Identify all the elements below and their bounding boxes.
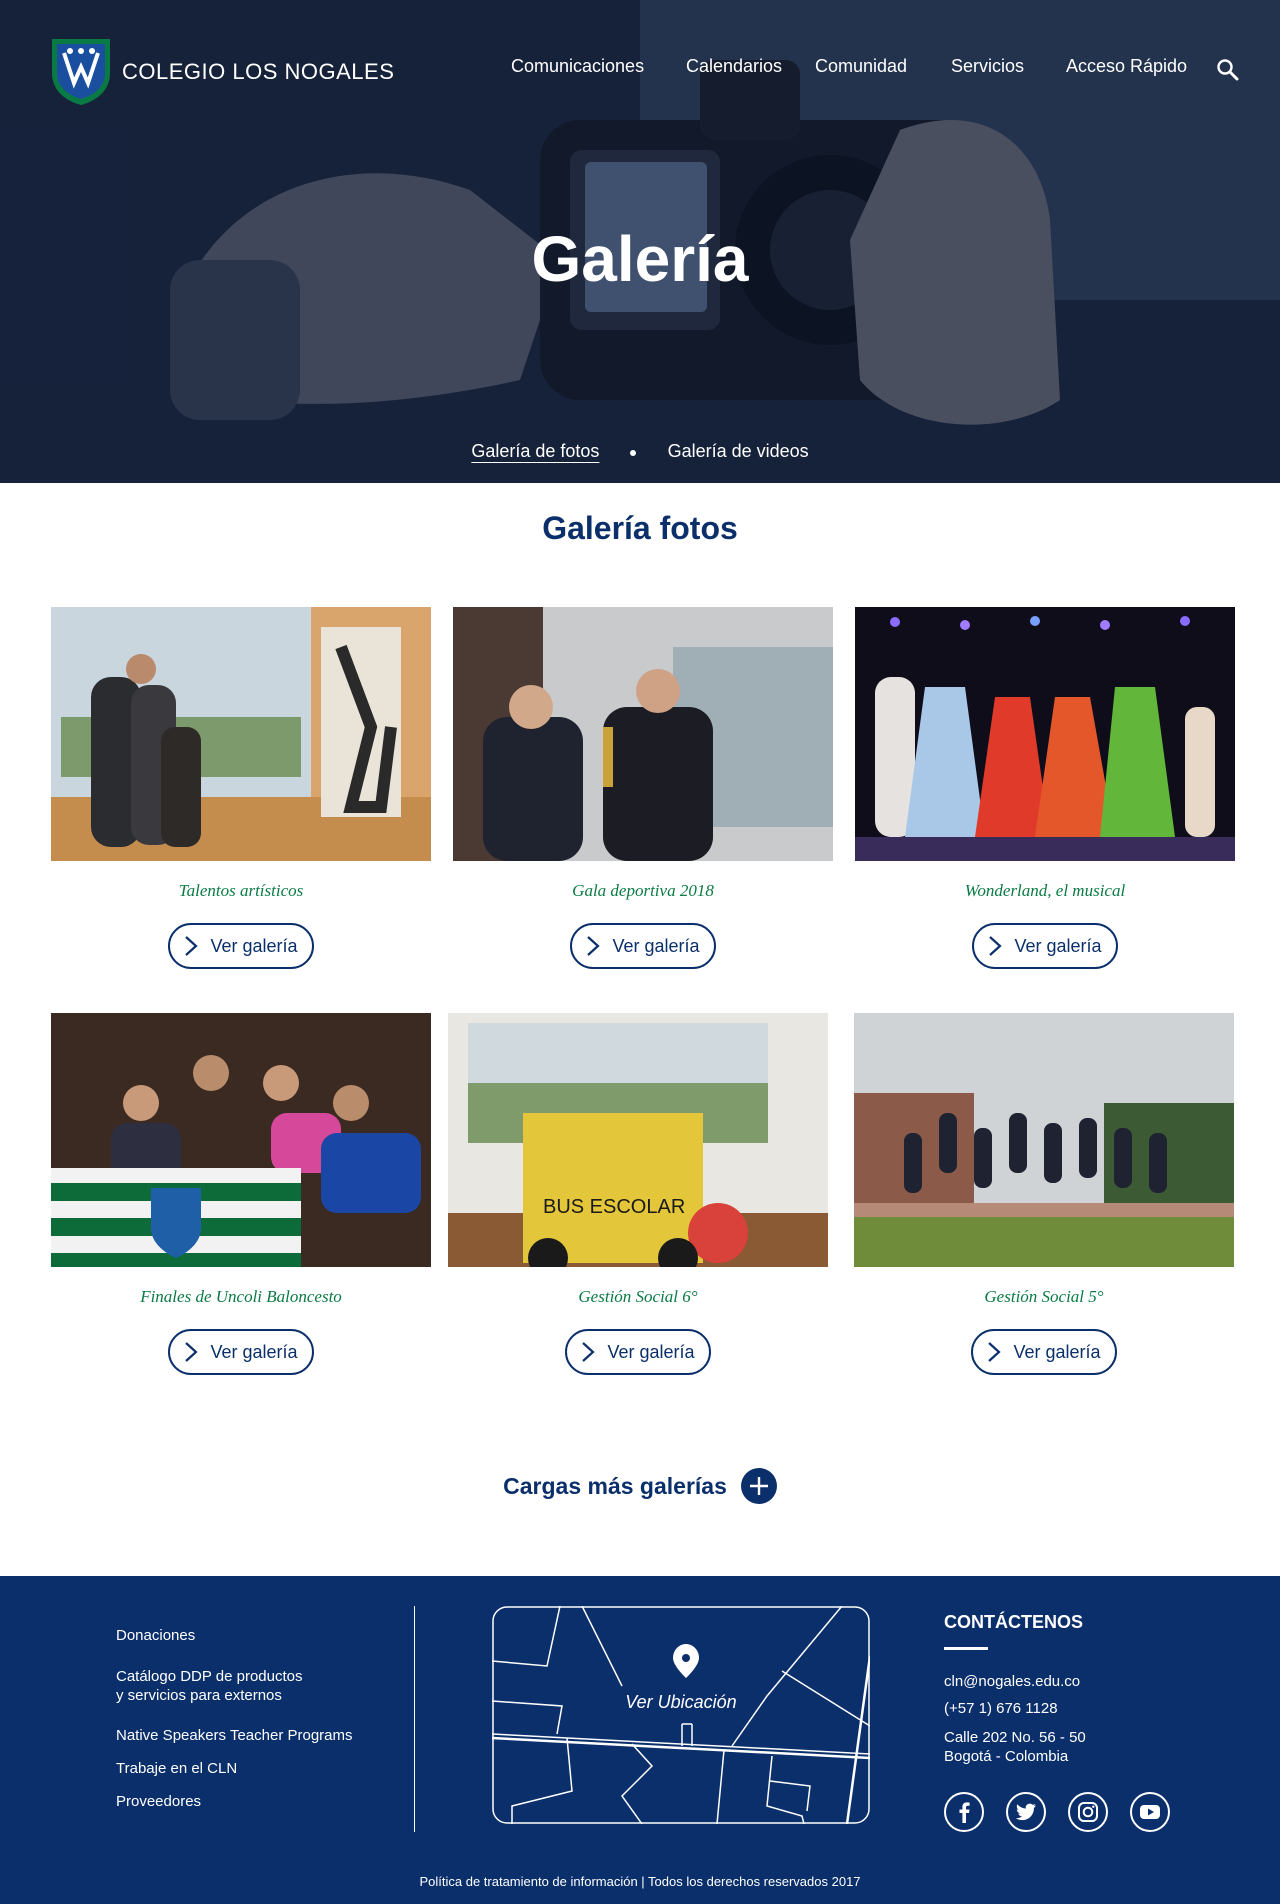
section-title: Galería fotos bbox=[542, 510, 738, 546]
view-gallery-button[interactable]: Ver galería bbox=[972, 923, 1118, 969]
chevron-right-icon bbox=[989, 936, 1003, 956]
gallery-photo[interactable] bbox=[854, 1013, 1234, 1267]
site-footer: Donaciones Catálogo DDP de productos y s… bbox=[0, 1576, 1280, 1904]
load-more-button[interactable]: Cargas más galerías bbox=[0, 1468, 1280, 1504]
gallery-card: Talentos artísticos Ver galería bbox=[51, 607, 431, 969]
view-gallery-label: Ver galería bbox=[607, 1341, 695, 1362]
chevron-right-icon bbox=[988, 1342, 1002, 1362]
nav-item-comunidad[interactable]: Comunidad bbox=[815, 56, 907, 77]
chevron-right-icon bbox=[587, 936, 601, 956]
footer-link-native-speakers[interactable]: Native Speakers Teacher Programs bbox=[116, 1726, 353, 1745]
gallery-caption: Wonderland, el musical bbox=[964, 881, 1126, 900]
instagram-icon[interactable] bbox=[1068, 1792, 1108, 1832]
gallery-photo[interactable] bbox=[51, 1013, 431, 1267]
gallery-caption: Gala deportiva 2018 bbox=[572, 881, 714, 900]
plus-circle-icon bbox=[740, 1468, 777, 1504]
gallery-photo[interactable]: BUS ESCOLAR bbox=[448, 1013, 828, 1267]
gallery-card: Gala deportiva 2018 Ver galería bbox=[453, 607, 833, 969]
school-logo[interactable]: COLEGIO LOS NOGALES bbox=[50, 37, 394, 107]
page-title: Galería bbox=[531, 223, 749, 295]
footer-divider bbox=[414, 1606, 415, 1832]
tab-separator-dot bbox=[630, 449, 637, 456]
gallery-card: Finales de Uncoli Baloncesto Ver galería bbox=[51, 1013, 431, 1375]
map-illustration bbox=[491, 1605, 872, 1825]
chevron-right-icon bbox=[582, 1342, 596, 1362]
nav-item-calendarios[interactable]: Calendarios bbox=[686, 56, 782, 77]
gallery-caption: Talentos artísticos bbox=[178, 881, 304, 900]
nav-item-comunicaciones[interactable]: Comunicaciones bbox=[511, 56, 644, 77]
gallery-caption: Gestión Social 5° bbox=[984, 1287, 1104, 1306]
view-gallery-button[interactable]: Ver galería bbox=[570, 923, 716, 969]
twitter-icon[interactable] bbox=[1006, 1792, 1046, 1832]
view-gallery-button[interactable]: Ver galería bbox=[168, 923, 314, 969]
social-links bbox=[944, 1792, 1170, 1832]
svg-text:BUS ESCOLAR: BUS ESCOLAR bbox=[543, 1196, 685, 1218]
footer-legal[interactable]: Política de tratamiento de información |… bbox=[0, 1874, 1280, 1889]
youtube-icon[interactable] bbox=[1130, 1792, 1170, 1832]
load-more-label: Cargas más galerías bbox=[503, 1472, 727, 1499]
footer-link-catalogo[interactable]: Catálogo DDP de productos y servicios pa… bbox=[116, 1667, 353, 1705]
search-icon[interactable] bbox=[1216, 58, 1240, 82]
view-gallery-button[interactable]: Ver galería bbox=[565, 1329, 711, 1375]
location-map[interactable]: Ver Ubicación bbox=[491, 1605, 872, 1825]
hero-banner: COLEGIO LOS NOGALES Comunicaciones Calen… bbox=[0, 0, 1280, 483]
footer-links: Donaciones Catálogo DDP de productos y s… bbox=[116, 1626, 353, 1811]
footer-link-proveedores[interactable]: Proveedores bbox=[116, 1792, 353, 1811]
map-label: Ver Ubicación bbox=[625, 1692, 737, 1712]
tab-photo-gallery[interactable]: Galería de fotos bbox=[471, 441, 599, 461]
footer-link-donaciones[interactable]: Donaciones bbox=[116, 1626, 353, 1645]
gallery-card: BUS ESCOLAR Gestión Social 6° Ver galerí… bbox=[448, 1013, 828, 1375]
contact-rule bbox=[944, 1647, 988, 1650]
gallery-card: Gestión Social 5° Ver galería bbox=[854, 1013, 1234, 1375]
chevron-right-icon bbox=[185, 1342, 199, 1362]
tab-video-gallery[interactable]: Galería de videos bbox=[668, 441, 809, 461]
gallery-tabs: Galería de fotos Galería de videos bbox=[0, 441, 1280, 462]
contact-phone[interactable]: (+57 1) 676 1128 bbox=[944, 1699, 1086, 1718]
gallery-caption: Gestión Social 6° bbox=[578, 1287, 698, 1306]
footer-link-trabaje[interactable]: Trabaje en el CLN bbox=[116, 1759, 353, 1778]
view-gallery-button[interactable]: Ver galería bbox=[168, 1329, 314, 1375]
shield-crest-icon bbox=[52, 39, 110, 105]
gallery-photo[interactable] bbox=[453, 607, 833, 861]
nav-item-servicios[interactable]: Servicios bbox=[951, 56, 1024, 77]
gallery-photo[interactable] bbox=[855, 607, 1235, 861]
view-gallery-label: Ver galería bbox=[210, 1341, 298, 1362]
view-gallery-button[interactable]: Ver galería bbox=[971, 1329, 1117, 1375]
contact-block: CONTÁCTENOS cln@nogales.edu.co (+57 1) 6… bbox=[944, 1612, 1086, 1766]
view-gallery-label: Ver galería bbox=[1014, 935, 1102, 956]
gallery-card: Wonderland, el musical Ver galería bbox=[855, 607, 1235, 969]
gallery-caption: Finales de Uncoli Baloncesto bbox=[140, 1287, 342, 1306]
contact-address: Calle 202 No. 56 - 50 Bogotá - Colombia bbox=[944, 1729, 1086, 1765]
contact-email[interactable]: cln@nogales.edu.co bbox=[944, 1672, 1086, 1691]
nav-item-acceso-rapido[interactable]: Acceso Rápido bbox=[1066, 56, 1187, 77]
school-name: COLEGIO LOS NOGALES bbox=[122, 59, 395, 84]
view-gallery-label: Ver galería bbox=[210, 935, 298, 956]
gallery-photo[interactable] bbox=[51, 607, 431, 861]
view-gallery-label: Ver galería bbox=[612, 935, 700, 956]
chevron-right-icon bbox=[185, 936, 199, 956]
view-gallery-label: Ver galería bbox=[1013, 1341, 1101, 1362]
contact-title: CONTÁCTENOS bbox=[944, 1612, 1083, 1632]
facebook-icon[interactable] bbox=[944, 1792, 984, 1832]
